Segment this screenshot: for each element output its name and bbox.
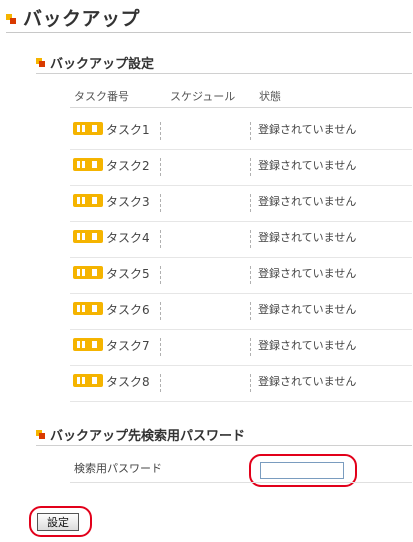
- table-row: タスク2 登録されていません: [70, 150, 412, 186]
- search-password-heading: バックアップ先検索用パスワード: [36, 425, 412, 446]
- task-status: 登録されていません: [258, 195, 357, 208]
- table-row: タスク6 登録されていません: [70, 294, 412, 330]
- section-bullet-icon: [36, 58, 45, 67]
- table-row: タスク3 登録されていません: [70, 186, 412, 222]
- table-row: タスク1 登録されていません: [70, 114, 412, 150]
- task-label[interactable]: タスク4: [106, 229, 150, 246]
- backup-settings-heading: バックアップ設定: [36, 53, 412, 74]
- task-schedule-icon[interactable]: [73, 338, 103, 351]
- page-title: バックアップ: [23, 8, 141, 30]
- task-status: 登録されていません: [258, 231, 357, 244]
- section-title: バックアップ先検索用パスワード: [50, 429, 246, 444]
- search-password-label: 検索用パスワード: [74, 462, 162, 475]
- row-divider: [70, 401, 412, 402]
- column-divider: [160, 158, 161, 176]
- column-divider: [160, 230, 161, 248]
- task-status: 登録されていません: [258, 123, 357, 136]
- task-status: 登録されていません: [258, 375, 357, 388]
- task-schedule-icon[interactable]: [73, 374, 103, 387]
- column-divider: [250, 122, 251, 140]
- task-label[interactable]: タスク2: [106, 157, 150, 174]
- column-divider: [250, 194, 251, 212]
- column-divider: [160, 338, 161, 356]
- table-row: タスク4 登録されていません: [70, 222, 412, 258]
- column-schedule: スケジュール: [170, 90, 236, 103]
- task-label[interactable]: タスク7: [106, 337, 150, 354]
- task-status: 登録されていません: [258, 339, 357, 352]
- column-divider: [160, 266, 161, 284]
- row-divider: [70, 482, 412, 483]
- table-row: タスク5 登録されていません: [70, 258, 412, 294]
- task-label[interactable]: タスク6: [106, 301, 150, 318]
- highlight-ring: [29, 506, 92, 537]
- column-divider: [160, 122, 161, 140]
- task-schedule-icon[interactable]: [73, 122, 103, 135]
- task-status: 登録されていません: [258, 267, 357, 280]
- section-bullet-icon: [36, 430, 45, 439]
- column-task-number: タスク番号: [74, 90, 129, 103]
- table-header-divider: [70, 107, 412, 108]
- table-row: タスク8 登録されていません: [70, 366, 412, 402]
- task-status: 登録されていません: [258, 159, 357, 172]
- task-label[interactable]: タスク5: [106, 265, 150, 282]
- column-divider: [250, 158, 251, 176]
- task-schedule-icon[interactable]: [73, 266, 103, 279]
- column-divider: [160, 194, 161, 212]
- column-divider: [250, 302, 251, 320]
- column-divider: [160, 374, 161, 392]
- section-title: バックアップ設定: [50, 57, 155, 72]
- page-header: バックアップ: [6, 4, 411, 33]
- task-schedule-icon[interactable]: [73, 302, 103, 315]
- task-schedule-icon[interactable]: [73, 158, 103, 171]
- column-divider: [250, 374, 251, 392]
- column-divider: [250, 338, 251, 356]
- task-schedule-icon[interactable]: [73, 194, 103, 207]
- column-status: 状態: [259, 90, 281, 103]
- task-label[interactable]: タスク3: [106, 193, 150, 210]
- column-divider: [160, 302, 161, 320]
- task-status: 登録されていません: [258, 303, 357, 316]
- column-divider: [250, 230, 251, 248]
- column-divider: [250, 266, 251, 284]
- task-label[interactable]: タスク8: [106, 373, 150, 390]
- heading-bullet-icon: [6, 14, 16, 24]
- task-schedule-icon[interactable]: [73, 230, 103, 243]
- table-row: タスク7 登録されていません: [70, 330, 412, 366]
- task-label[interactable]: タスク1: [106, 121, 150, 138]
